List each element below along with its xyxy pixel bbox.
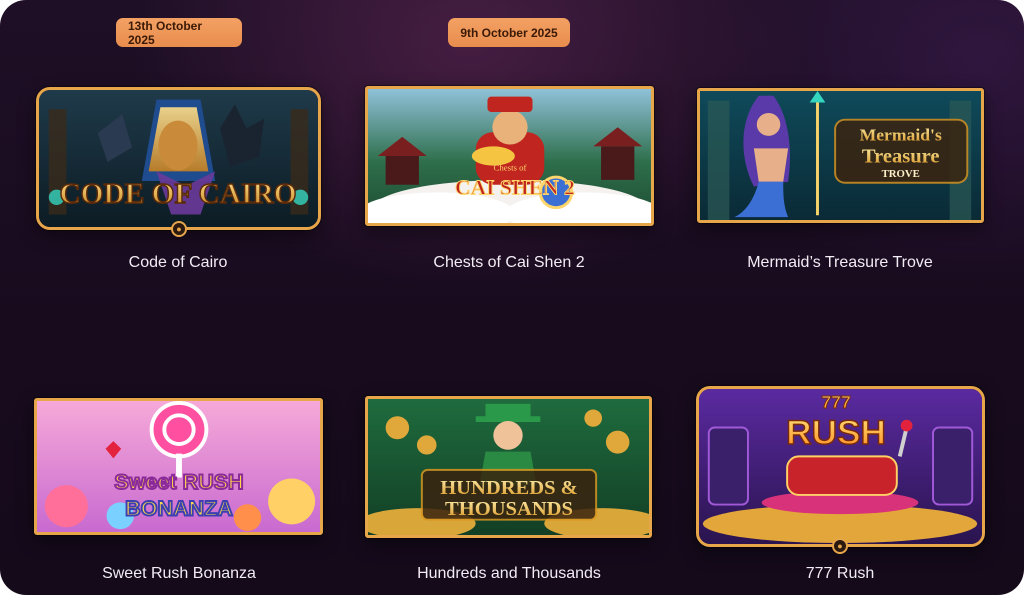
game-logo-text: HUNDREDS &: [440, 477, 578, 499]
game-thumbnail-mermaids-treasure-trove[interactable]: Mermaid's Treasure TROVE: [697, 88, 984, 223]
game-logo-text: THOUSANDS: [445, 498, 573, 520]
game-thumbnail-777-rush[interactable]: 777 RUSH: [696, 386, 985, 547]
release-date-badge: 13th October 2025: [116, 18, 242, 47]
game-logo-text: TROVE: [882, 169, 920, 180]
game-thumbnail-chests-of-cai-shen-2[interactable]: Chests of CAI SHEN 2: [365, 86, 654, 226]
game-logo-text: CODE OF CAIRO: [59, 178, 296, 210]
game-title: Mermaid’s Treasure Trove: [747, 254, 933, 271]
game-logo-text: BONANZA: [125, 497, 233, 521]
game-logo-text: Mermaid's: [860, 125, 942, 145]
game-thumbnail-code-of-cairo[interactable]: CODE OF CAIRO: [36, 87, 321, 230]
paw-icon: ●: [171, 221, 187, 237]
game-title: Chests of Cai Shen 2: [433, 254, 585, 271]
game-logo-text: Treasure: [862, 146, 940, 168]
game-art: 777 RUSH: [699, 389, 982, 544]
game-title: Sweet Rush Bonanza: [102, 565, 256, 582]
game-title: 777 Rush: [805, 565, 875, 582]
release-date-badge: 9th October 2025: [448, 18, 570, 47]
game-art: HUNDREDS & THOUSANDS: [368, 399, 649, 535]
game-thumbnail-sweet-rush-bonanza[interactable]: Sweet RUSH BONANZA: [34, 398, 323, 535]
game-art: Sweet RUSH BONANZA: [37, 401, 320, 532]
game-thumbnail-hundreds-and-thousands[interactable]: HUNDREDS & THOUSANDS: [365, 396, 652, 538]
game-art: CODE OF CAIRO: [39, 90, 318, 227]
game-logo-text: Sweet RUSH: [114, 470, 243, 494]
game-logo-text: 777: [821, 392, 850, 412]
game-logo-text: RUSH: [786, 413, 886, 452]
game-title: Code of Cairo: [128, 254, 228, 271]
game-logo-text: Chests of: [493, 162, 526, 172]
paw-icon: ●: [832, 538, 848, 554]
game-logo-text: CAI SHEN 2: [455, 176, 575, 200]
new-games-panel: 13th October 2025 9th October 2025 CODE …: [0, 0, 1024, 595]
game-art: Chests of CAI SHEN 2: [368, 89, 651, 223]
game-art: Mermaid's Treasure TROVE: [700, 91, 981, 220]
game-title: Hundreds and Thousands: [417, 565, 601, 582]
